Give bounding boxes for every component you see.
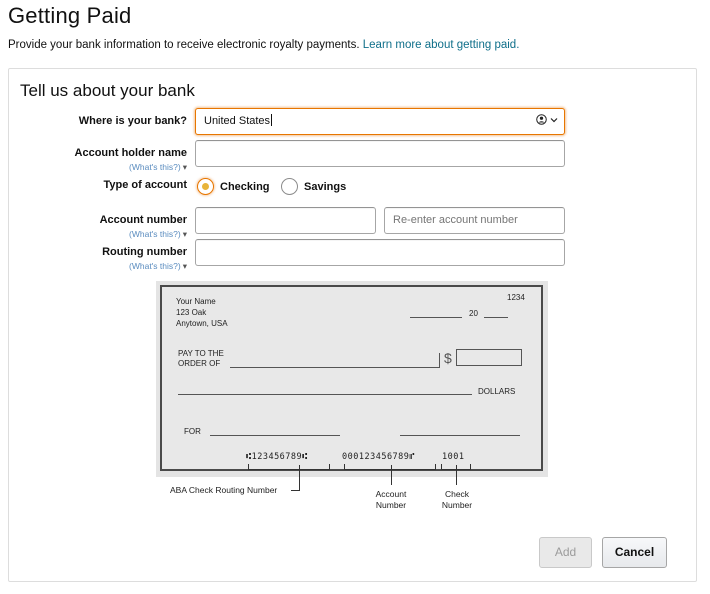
- dollar-sign: $: [444, 350, 452, 366]
- cancel-button[interactable]: Cancel: [602, 537, 667, 568]
- select-icons: [536, 109, 558, 134]
- account-type-label-group: Type of account: [9, 179, 187, 209]
- account-holder-label: Account holder name: [74, 147, 187, 159]
- memo-line: [210, 435, 340, 436]
- account-number-help[interactable]: (What's this?) ▾: [129, 229, 187, 240]
- savings-label[interactable]: Savings: [304, 181, 346, 193]
- dollars-line: [178, 394, 472, 395]
- page-title: Getting Paid: [8, 3, 132, 28]
- intro-text: Provide your bank information to receive…: [8, 39, 519, 51]
- account-holder-label-group: Account holder name (What's this?) ▾: [9, 147, 187, 177]
- account-caption: Account Number: [365, 489, 417, 511]
- routing-caption: ABA Check Routing Number: [170, 485, 278, 495]
- bank-location-label-group: Where is your bank?: [9, 114, 187, 144]
- pay-to-line-2: ORDER OF: [178, 359, 221, 368]
- check-body: Your Name 123 Oak Anytown, USA 1234 20 P…: [160, 285, 543, 471]
- checking-radio[interactable]: [197, 178, 214, 195]
- panel-title: Tell us about your bank: [20, 81, 195, 100]
- account-pointer: [391, 465, 392, 485]
- signature-line: [400, 435, 520, 436]
- payee-line-end: [439, 353, 440, 368]
- routing-number-help[interactable]: (What's this?) ▾: [129, 261, 187, 272]
- micr-account: 000123456789⑈: [342, 452, 416, 462]
- amount-box: [456, 349, 522, 366]
- account-number-label: Account number: [99, 214, 187, 226]
- savings-radio[interactable]: [281, 178, 298, 195]
- routing-pointer-v: [299, 465, 300, 491]
- pay-to-line-1: PAY TO THE: [178, 349, 224, 358]
- bank-form-panel: Tell us about your bank Where is your ba…: [8, 68, 697, 582]
- routing-pointer-h: [291, 490, 300, 491]
- memo-label: FOR: [184, 427, 201, 436]
- routing-number-label-group: Routing number (What's this?) ▾: [9, 246, 187, 276]
- account-number-input[interactable]: [195, 207, 376, 234]
- account-number-label-group: Account number (What's this?) ▾: [9, 214, 187, 244]
- reenter-placeholder: Re-enter account number: [393, 214, 518, 226]
- reenter-account-number-input[interactable]: Re-enter account number: [384, 207, 565, 234]
- chevron-down-icon: [550, 118, 558, 123]
- date-line-2: [484, 317, 508, 318]
- bank-location-value: United States: [204, 115, 271, 127]
- person-circle-icon: [536, 114, 547, 125]
- date-prefix: 20: [469, 309, 478, 318]
- checking-label[interactable]: Checking: [220, 181, 270, 193]
- dollars-label: DOLLARS: [478, 387, 516, 396]
- check-address-1: 123 Oak: [176, 308, 207, 317]
- bank-location-label: Where is your bank?: [78, 115, 187, 127]
- intro-description: Provide your bank information to receive…: [8, 39, 360, 51]
- learn-more-link[interactable]: Learn more about getting paid.: [363, 39, 520, 51]
- text-cursor: [271, 114, 273, 126]
- check-name: Your Name: [176, 297, 216, 306]
- account-bracket: [344, 464, 436, 470]
- date-line: [410, 317, 462, 318]
- check-number-pointer: [456, 465, 457, 485]
- sample-check-image: Your Name 123 Oak Anytown, USA 1234 20 P…: [156, 281, 548, 477]
- account-caption-line-1: Account: [375, 489, 407, 499]
- bank-location-select[interactable]: United States: [195, 108, 565, 135]
- payee-line: [230, 367, 440, 368]
- account-type-label: Type of account: [103, 179, 187, 191]
- check-caption-line-2: Number: [441, 500, 473, 510]
- account-caption-line-2: Number: [375, 500, 407, 510]
- check-number: 1234: [507, 293, 525, 302]
- routing-bracket: [248, 464, 330, 470]
- routing-number-label: Routing number: [102, 246, 187, 258]
- check-number-caption: Check Number: [431, 489, 483, 511]
- micr-check-number: 1001: [442, 452, 465, 462]
- check-caption-line-1: Check: [444, 489, 470, 499]
- routing-number-input[interactable]: [195, 239, 565, 266]
- add-button[interactable]: Add: [539, 537, 592, 568]
- account-holder-input[interactable]: [195, 140, 565, 167]
- check-address-2: Anytown, USA: [176, 319, 228, 328]
- micr-routing: ⑆123456789⑆: [246, 452, 308, 462]
- account-holder-help[interactable]: (What's this?) ▾: [129, 162, 187, 173]
